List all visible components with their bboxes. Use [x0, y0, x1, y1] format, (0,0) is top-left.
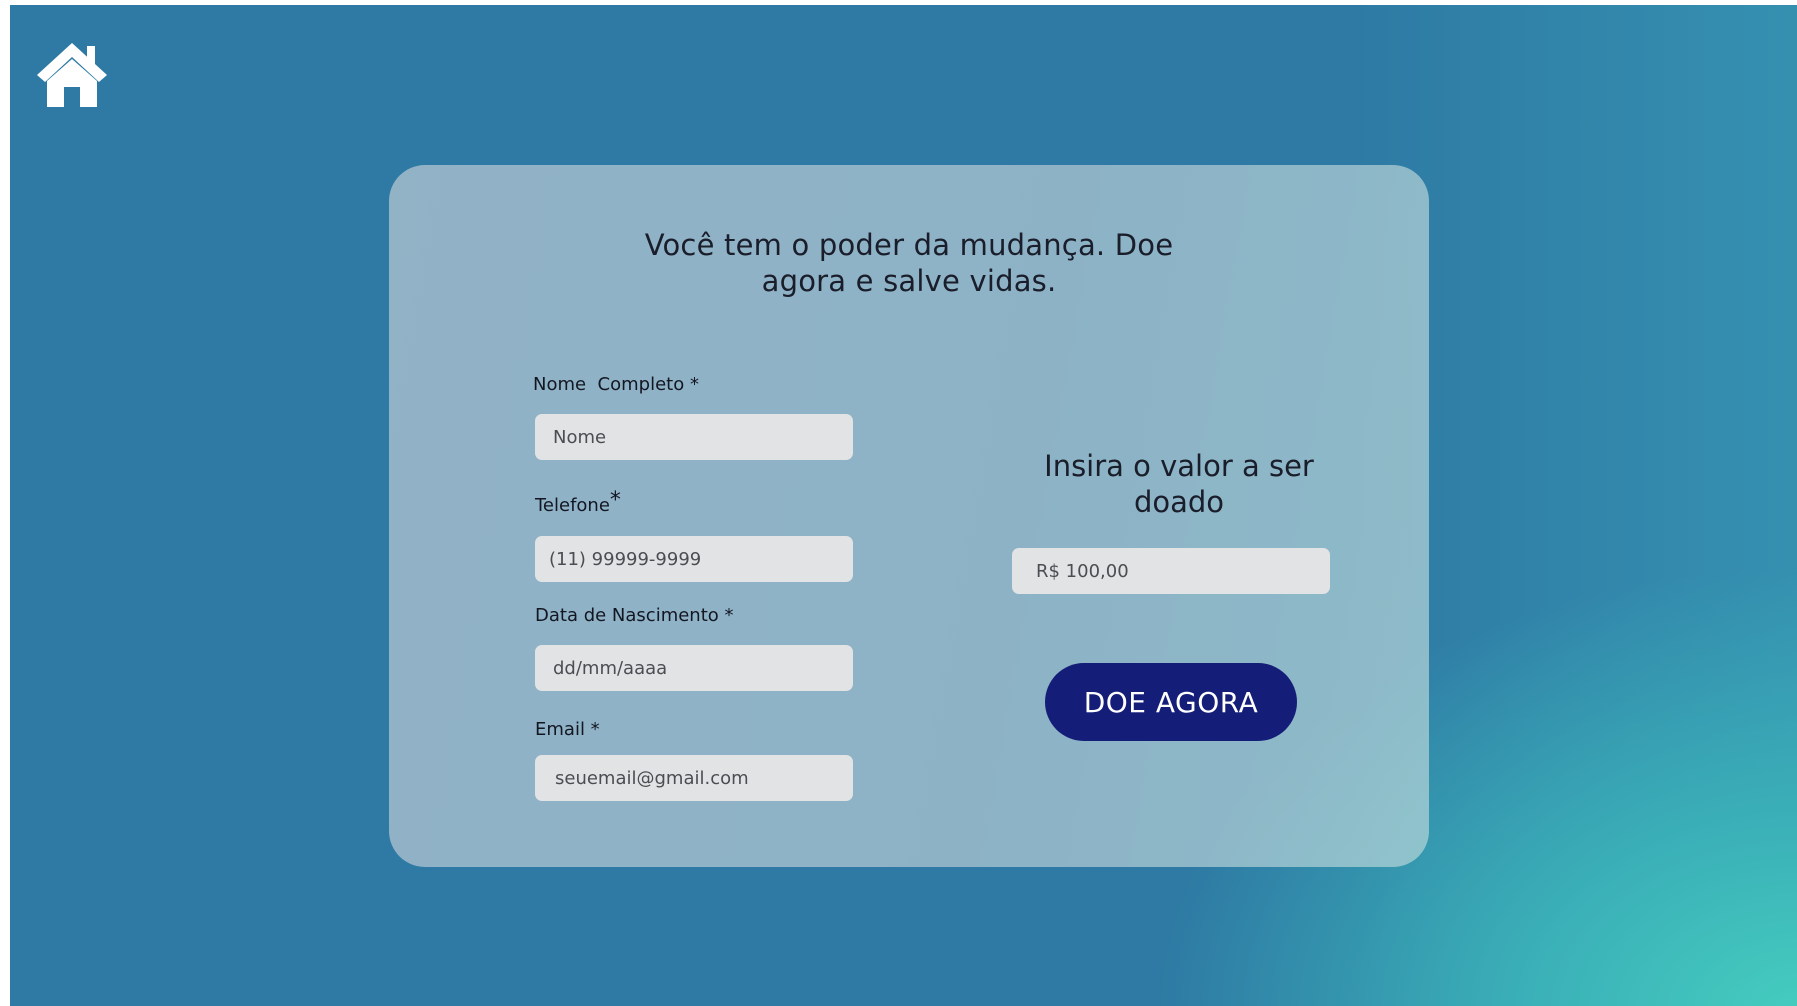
amount-title: Insira o valor a ser doado [1044, 449, 1314, 519]
donation-card: Você tem o poder da mudança. Doe agora e… [389, 165, 1429, 867]
birthdate-field[interactable]: dd/mm/aaaa [535, 645, 853, 691]
name-placeholder: Nome [553, 426, 607, 448]
birthdate-placeholder: dd/mm/aaaa [553, 657, 668, 679]
phone-label-text: Telefone [535, 495, 610, 516]
phone-placeholder: (11) 99999-9999 [549, 548, 702, 570]
amount-placeholder: R$ 100,00 [1036, 560, 1129, 582]
home-icon[interactable] [34, 37, 110, 111]
donate-button[interactable]: DOE AGORA [1045, 663, 1297, 741]
name-label: Nome Completo * [533, 374, 699, 395]
amount-field[interactable]: R$ 100,00 [1012, 548, 1330, 594]
email-label: Email * [535, 719, 600, 740]
birthdate-label: Data de Nascimento * [535, 605, 734, 626]
phone-required-mark: * [609, 488, 621, 513]
phone-label: Telefone* [535, 490, 621, 517]
page-background: Você tem o poder da mudança. Doe agora e… [10, 5, 1797, 1006]
headline: Você tem o poder da mudança. Doe agora e… [644, 228, 1174, 298]
phone-field[interactable]: (11) 99999-9999 [535, 536, 853, 582]
email-field[interactable]: seuemail@gmail.com [535, 755, 853, 801]
email-placeholder: seuemail@gmail.com [555, 767, 749, 789]
name-field[interactable]: Nome [535, 414, 853, 460]
